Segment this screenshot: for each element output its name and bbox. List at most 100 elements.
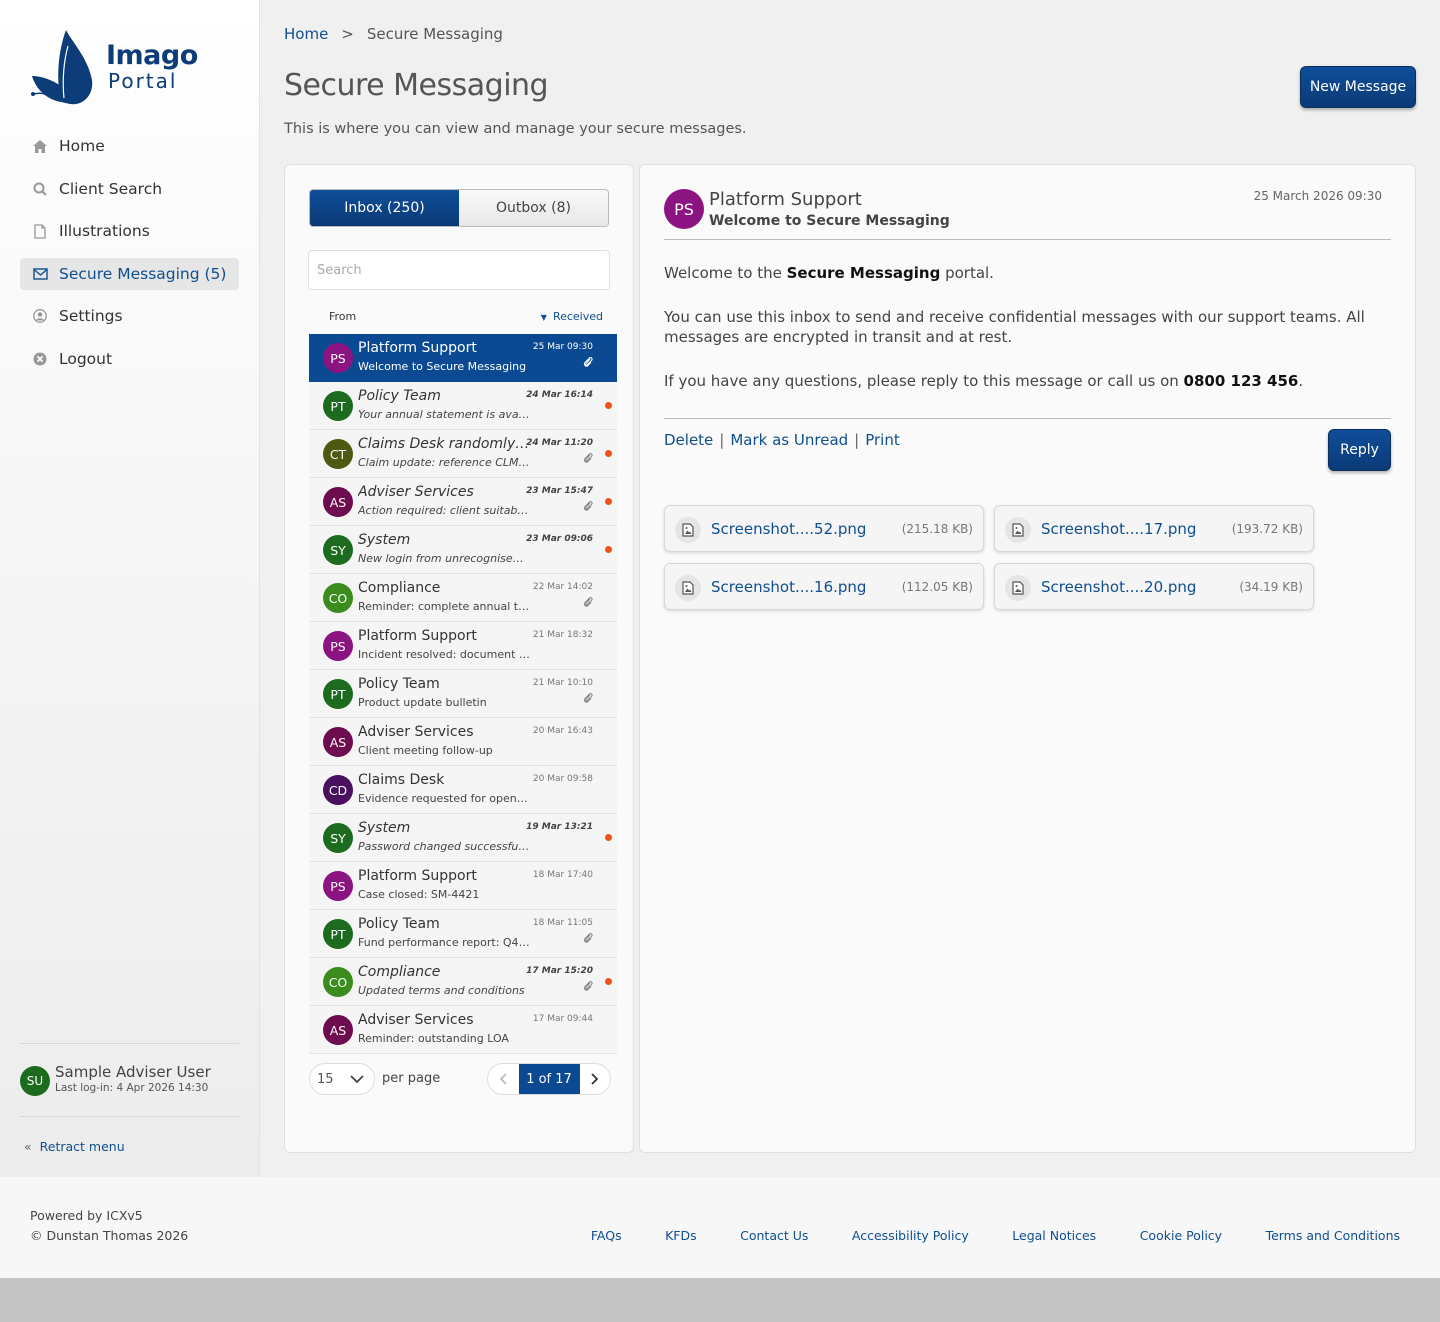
sidebar-item-home[interactable]: Home [20,130,239,162]
per-page-select[interactable]: 15 [309,1063,375,1095]
sidebar-item-settings[interactable]: Settings [20,300,239,332]
sender-name: Policy Team [358,916,440,932]
message-row[interactable]: CT Claims Desk randomly long sender name C… [309,430,617,478]
message-row[interactable]: SY System New login from unrecognised devi… [309,526,617,574]
received-time: 18 Mar 11:05 [532,918,593,928]
message-subject: Evidence requested for open claim [358,792,530,805]
sender-name: Adviser Services [358,724,474,740]
attachment-name[interactable]: Screenshot....20.png [1041,578,1196,596]
message-row[interactable]: CD Claims Desk Evidence requested for open… [309,766,617,814]
column-received[interactable]: ▼ Received [541,310,603,323]
separator: | [854,431,860,449]
received-time: 23 Mar 15:47 [526,486,593,496]
attachment-item[interactable]: Screenshot....16.png (112.05 KB) [664,563,984,610]
sidebar-item-client-search[interactable]: Client Search [20,173,239,205]
footer-link[interactable]: Contact Us [740,1228,808,1243]
sender-name: Claims Desk randomly long sender name [358,436,530,452]
received-time: 23 Mar 09:06 [526,534,593,544]
message-row[interactable]: PS Platform Support Case closed: SM-4421 18… [309,862,617,910]
message-row[interactable]: PS Platform Support Incident resolved: doc… [309,622,617,670]
message-from: Platform Support [709,189,862,210]
attachment-size: (112.05 KB) [901,580,973,594]
tab-outbox[interactable]: Outbox (8) [459,190,608,226]
phone-number: 0800 123 456 [1183,372,1299,390]
received-time: 19 Mar 13:21 [526,822,593,832]
message-subject: Reminder: complete annual training [358,600,530,613]
message-subject: Case closed: SM-4421 [358,888,480,901]
sender-avatar: PS [323,631,353,661]
tab-inbox[interactable]: Inbox (250) [310,190,459,226]
message-row[interactable]: AS Adviser Services Client meeting follow-… [309,718,617,766]
sender-avatar: PT [323,919,353,949]
prev-page-button[interactable] [488,1064,519,1094]
received-time: 18 Mar 17:40 [532,870,593,880]
attachment-item[interactable]: Screenshot....52.png (215.18 KB) [664,505,984,552]
per-page-value: 15 [317,1071,334,1087]
text: portal. [940,264,994,282]
footer-link[interactable]: KFDs [665,1228,697,1243]
received-time: 20 Mar 16:43 [532,726,593,736]
message-subject: Reminder: outstanding LOA [358,1032,509,1045]
divider [664,418,1391,419]
column-from[interactable]: From [329,310,356,323]
message-actions: Delete | Mark as Unread | Print [664,431,900,449]
breadcrumb: Home > Secure Messaging [284,25,503,43]
sidebar-item-label: Logout [59,349,113,368]
message-row[interactable]: PS Platform Support Welcome to Secure Mess… [309,334,617,382]
attachment-item[interactable]: Screenshot....20.png (34.19 KB) [994,563,1314,610]
footer-link[interactable]: Legal Notices [1012,1228,1096,1243]
retract-menu-label: Retract menu [39,1139,125,1154]
footer-link[interactable]: Accessibility Policy [852,1228,969,1243]
envelope-icon [32,266,48,282]
delete-link[interactable]: Delete [664,431,713,449]
message-list-panel: Inbox (250) Outbox (8) From ▼ Received PS… [284,164,634,1153]
image-file-icon [1005,575,1031,601]
footer-link[interactable]: Terms and Conditions [1266,1228,1400,1243]
next-page-button[interactable] [580,1064,611,1094]
message-row[interactable]: PT Policy Team Product update bulletin 21 M… [309,670,617,718]
breadcrumb-current: Secure Messaging [366,25,503,43]
search-input[interactable] [308,250,610,290]
message-row[interactable]: SY System Password changed successfully 19 … [309,814,617,862]
page-navigator: 1 of 17 [487,1063,611,1095]
sender-name: Platform Support [358,868,477,884]
current-page: 1 of 17 [518,1064,580,1094]
paperclip-icon [583,932,593,947]
reply-button[interactable]: Reply [1328,429,1391,471]
attachment-item[interactable]: Screenshot....17.png (193.72 KB) [994,505,1314,552]
user-name: Sample Adviser User [55,1063,211,1081]
sender-avatar: AS [323,727,353,757]
paperclip-icon [583,452,593,467]
sidebar-item-logout[interactable]: Logout [20,343,239,375]
message-row[interactable]: AS Adviser Services Reminder: outstanding … [309,1006,617,1054]
message-row[interactable]: CO Compliance Reminder: complete annual tr… [309,574,617,622]
sender-avatar: SY [323,535,353,565]
footer-link[interactable]: FAQs [591,1228,622,1243]
sender-name: Compliance [358,964,441,980]
attachment-name[interactable]: Screenshot....16.png [711,578,866,596]
retract-menu-link[interactable]: « Retract menu [24,1139,125,1154]
sidebar-item-illustrations[interactable]: Illustrations [20,215,239,247]
butterfly-icon [31,30,93,105]
attachment-name[interactable]: Screenshot....17.png [1041,520,1196,538]
text: . [1298,372,1304,390]
mark-unread-link[interactable]: Mark as Unread [730,431,848,449]
print-link[interactable]: Print [865,431,900,449]
imago-portal-logo[interactable]: Imago Portal [28,28,198,108]
message-row[interactable]: PT Policy Team Your annual statement is av… [309,382,617,430]
message-row[interactable]: CO Compliance Updated terms and conditions… [309,958,617,1006]
sidebar-item-secure-messaging[interactable]: Secure Messaging (5) [20,257,239,290]
sidebar-nav: Home Client Search Illustrations Secure … [20,130,239,386]
breadcrumb-home-link[interactable]: Home [284,25,328,43]
sidebar: Imago Portal Home Client Search Illustra… [0,0,260,1177]
message-row[interactable]: AS Adviser Services Action required: clien… [309,478,617,526]
main-content: Home > Secure Messaging Secure Messaging T… [260,0,1440,1177]
sender-avatar: CO [323,967,353,997]
new-message-button[interactable]: New Message [1300,66,1416,108]
received-time: 24 Mar 11:20 [526,438,593,448]
message-row[interactable]: PT Policy Team Fund performance report: Q4… [309,910,617,958]
footer-link[interactable]: Cookie Policy [1140,1228,1222,1243]
attachment-name[interactable]: Screenshot....52.png [711,520,866,538]
message-subject: Client meeting follow-up [358,744,493,757]
per-page-label: per page [382,1071,441,1086]
